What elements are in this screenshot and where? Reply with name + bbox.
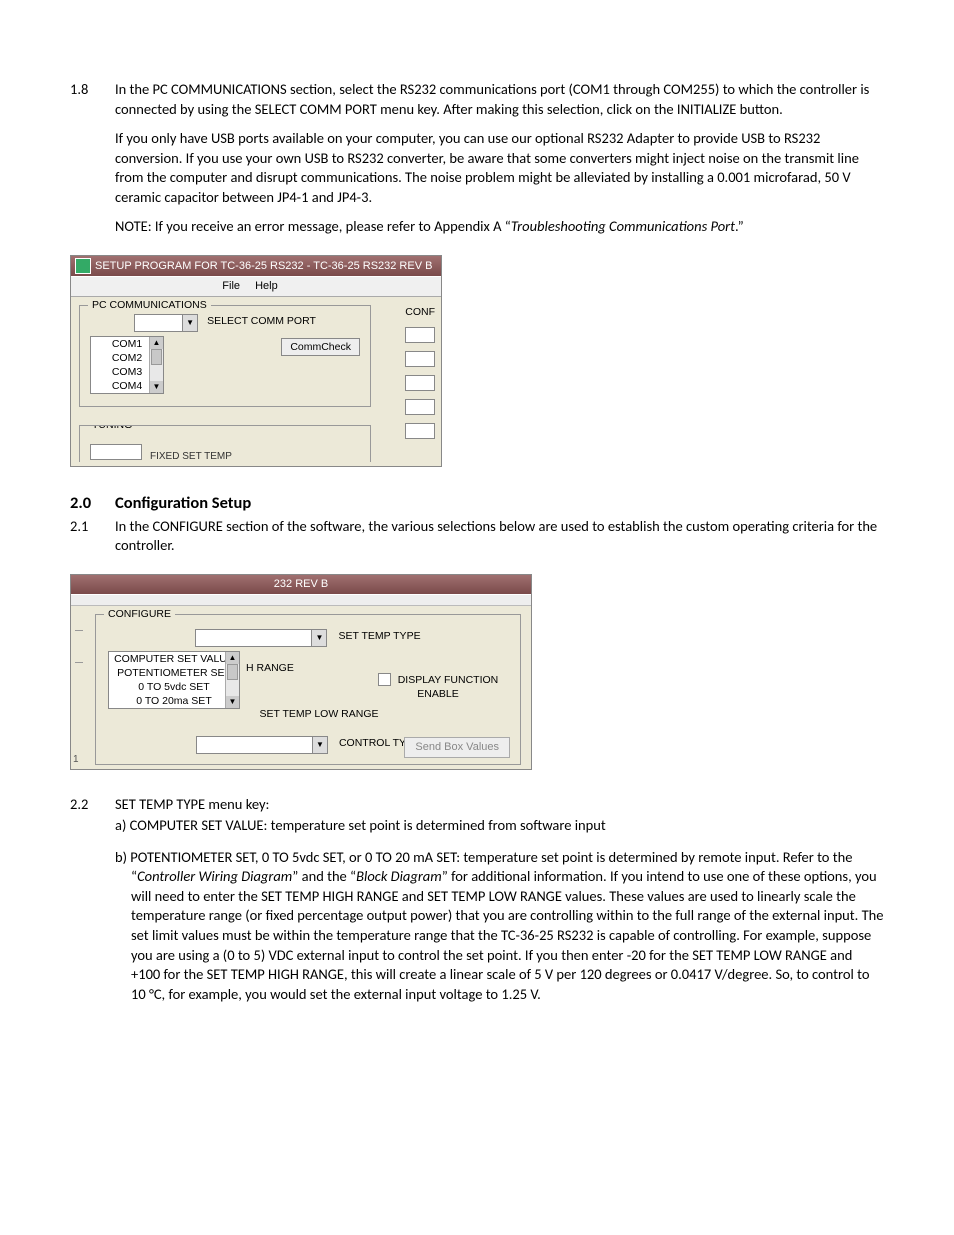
note-lead: NOTE: If you receive an error message, p…	[115, 217, 511, 235]
temp-type-option[interactable]: 0 TO 5vdc SET	[109, 680, 239, 694]
menu-help[interactable]: Help	[255, 280, 278, 292]
heading-num: 2.0	[70, 492, 115, 514]
conf-box-3[interactable]	[405, 375, 435, 391]
para-2-1: 2.1 In the CONFIGURE section of the soft…	[70, 517, 884, 556]
scrollbar[interactable]: ▲ ▼	[149, 337, 163, 394]
item-b: b) POTENTIOMETER SET, 0 TO 5vdc SET, or …	[115, 848, 884, 1005]
group-pc-comm: PC COMMUNICATIONS ▼ SELECT COMM PORT COM…	[79, 305, 371, 408]
b-italic-1: Controller Wiring Diagram	[137, 867, 292, 885]
item-a: a) COMPUTER SET VALUE: temperature set p…	[115, 816, 884, 836]
para-1-8b: If you only have USB ports available on …	[115, 129, 884, 207]
comm-port-listbox[interactable]: COM1 COM2 COM3 COM4 ▲ ▼	[90, 336, 164, 395]
note-tail: .”	[735, 217, 744, 235]
group-tuning-title: TUNING	[88, 425, 136, 432]
toolbar-strip	[71, 594, 531, 606]
menubar: File Help	[71, 276, 441, 297]
lead-2-2: SET TEMP TYPE menu key:	[115, 795, 884, 815]
display-enable-label: DISPLAY FUNCTION ENABLE	[398, 674, 499, 700]
left-num: 1	[73, 753, 79, 767]
scroll-up-icon[interactable]: ▲	[150, 337, 163, 349]
app-window-2: 232 REV B 1 CONFIGURE ▼ SET TEMP TYPE CO…	[70, 574, 532, 770]
group-configure: CONFIGURE ▼ SET TEMP TYPE COMPUTER SET V…	[95, 614, 521, 765]
set-temp-type-listbox[interactable]: COMPUTER SET VALUE POTENTIOMETER SET 0 T…	[108, 651, 240, 710]
conf-box-4[interactable]	[405, 399, 435, 415]
scrollbar[interactable]: ▲ ▼	[225, 652, 239, 709]
chevron-down-icon[interactable]: ▼	[312, 737, 327, 753]
scroll-up-icon[interactable]: ▲	[226, 652, 239, 664]
heading-2-0: 2.0Configuration Setup	[70, 492, 884, 514]
num-2-2: 2.2	[70, 795, 115, 1005]
scroll-thumb[interactable]	[227, 664, 238, 680]
num-2-1: 2.1	[70, 517, 115, 556]
note-italic: Troubleshooting Communications Port	[511, 217, 735, 235]
scroll-thumb[interactable]	[151, 349, 162, 365]
temp-type-option[interactable]: POTENTIOMETER SET	[109, 666, 239, 680]
fixed-set-temp-label: FIXED SET TEMP	[150, 450, 232, 462]
conf-box-5[interactable]	[405, 423, 435, 439]
h-range-label: H RANGE	[246, 661, 294, 675]
txt-1-8: In the PC COMMUNICATIONS section, select…	[115, 80, 884, 119]
conf-label: CONF	[395, 305, 435, 319]
conf-box-2[interactable]	[405, 351, 435, 367]
figure-1: SETUP PROGRAM FOR TC-36-25 RS232 - TC-36…	[70, 255, 884, 468]
commcheck-button[interactable]: CommCheck	[281, 338, 360, 356]
temp-type-option[interactable]: COMPUTER SET VALUE	[109, 652, 239, 666]
chevron-down-icon[interactable]: ▼	[311, 630, 326, 646]
temp-type-option[interactable]: 0 TO 20ma SET	[109, 694, 239, 708]
control-type-dropdown[interactable]: ▼	[196, 736, 328, 754]
scroll-down-icon[interactable]: ▼	[150, 381, 163, 393]
scroll-down-icon[interactable]: ▼	[226, 696, 239, 708]
set-temp-low-range-label: SET TEMP LOW RANGE	[130, 707, 508, 721]
select-comm-port-label: SELECT COMM PORT	[207, 314, 316, 328]
conf-box-1[interactable]	[405, 327, 435, 343]
menu-file[interactable]: File	[222, 280, 240, 292]
group-pc-title: PC COMMUNICATIONS	[88, 298, 211, 312]
num-1-8: 1.8	[70, 80, 115, 119]
para-note: NOTE: If you receive an error message, p…	[115, 217, 884, 237]
app-icon	[75, 258, 91, 274]
fixed-temp-input[interactable]	[90, 444, 142, 460]
set-temp-type-label: SET TEMP TYPE	[338, 629, 420, 643]
txt-2-1: In the CONFIGURE section of the software…	[115, 517, 884, 556]
window-title-1: SETUP PROGRAM FOR TC-36-25 RS232 - TC-36…	[95, 259, 432, 274]
b-italic-2: Block Diagram	[356, 867, 442, 885]
comm-port-dropdown[interactable]: ▼	[134, 314, 198, 332]
send-box-values-button[interactable]: Send Box Values	[404, 737, 510, 758]
b-mid: ” and the “	[292, 867, 356, 885]
left-tick	[75, 630, 83, 631]
para-2-2: 2.2 SET TEMP TYPE menu key: a) COMPUTER …	[70, 795, 884, 1005]
figure-2: 232 REV B 1 CONFIGURE ▼ SET TEMP TYPE CO…	[70, 574, 884, 770]
set-temp-type-dropdown[interactable]: ▼	[195, 629, 327, 647]
titlebar-2: 232 REV B	[71, 575, 531, 594]
group-configure-title: CONFIGURE	[104, 607, 175, 621]
heading-title: Configuration Setup	[115, 493, 251, 513]
chevron-down-icon[interactable]: ▼	[182, 315, 197, 331]
display-enable-checkbox[interactable]	[378, 673, 391, 686]
left-tick	[75, 662, 83, 663]
right-col: CONF	[395, 305, 435, 447]
display-enable-row: DISPLAY FUNCTION ENABLE	[368, 673, 508, 701]
group-tuning: TUNING FIXED SET TEMP	[79, 425, 371, 462]
para-1-8: 1.8 In the PC COMMUNICATIONS section, se…	[70, 80, 884, 119]
titlebar-1: SETUP PROGRAM FOR TC-36-25 RS232 - TC-36…	[71, 256, 441, 276]
b-tail: ” for additional information. If you int…	[131, 867, 884, 1002]
app-window-1: SETUP PROGRAM FOR TC-36-25 RS232 - TC-36…	[70, 255, 442, 468]
